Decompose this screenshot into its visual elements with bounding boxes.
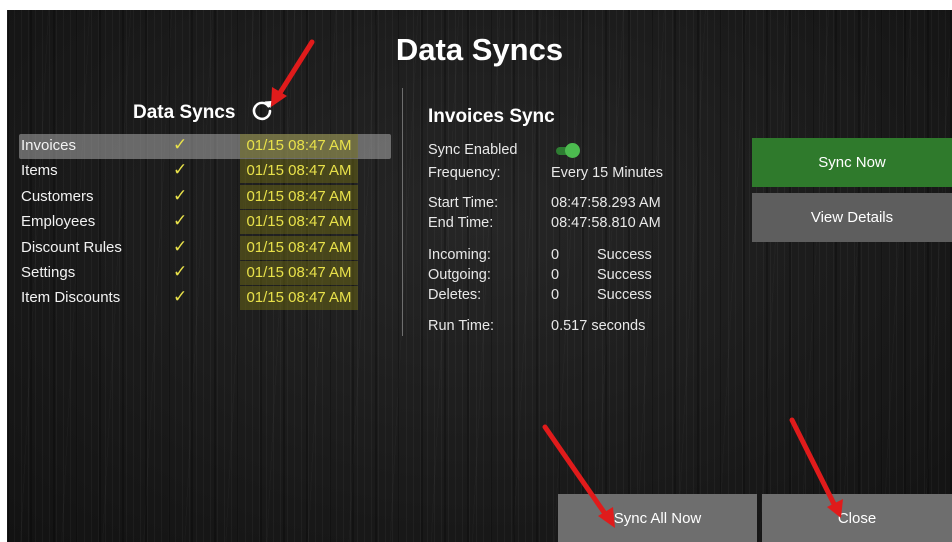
outgoing-label: Outgoing: — [428, 267, 491, 283]
run-time-value: 0.517 seconds — [551, 318, 646, 334]
sync-item-time: 01/15 08:47 AM — [240, 210, 358, 235]
deletes-count: 0 — [551, 287, 560, 303]
sync-enabled-toggle[interactable] — [554, 143, 580, 159]
check-icon: ✓ — [173, 185, 188, 205]
check-icon: ✓ — [173, 135, 188, 154]
end-time-label: End Time: — [428, 215, 494, 231]
end-time-value: 08:47:58.810 AM — [551, 215, 661, 231]
deletes-label: Deletes: — [428, 287, 482, 303]
sync-item-name: Customers — [21, 187, 94, 205]
sync-all-now-button[interactable]: Sync All Now — [558, 494, 757, 542]
sync-item-time: 01/15 08:47 AM — [240, 159, 358, 184]
sync-item-time: 01/15 08:47 AM — [240, 184, 358, 209]
check-icon: ✓ — [173, 287, 188, 307]
panel-divider — [402, 88, 403, 336]
sync-row-item-discounts[interactable]: Item Discounts ✓ 01/15 08:47 AM — [19, 286, 391, 311]
outgoing-count: 0 — [551, 267, 560, 283]
check-icon: ✓ — [173, 211, 188, 231]
start-time-label: Start Time: — [428, 195, 499, 211]
start-time-value: 08:47:58.293 AM — [551, 195, 661, 211]
incoming-label: Incoming: — [428, 247, 491, 263]
arrow-head-refresh — [271, 87, 287, 107]
toggle-knob — [565, 143, 580, 158]
sync-row-items[interactable]: Items ✓ 01/15 08:47 AM — [19, 159, 391, 184]
close-button[interactable]: Close — [762, 494, 952, 542]
frequency-label: Frequency: — [428, 165, 501, 181]
sync-item-name: Item Discounts — [21, 289, 121, 307]
sync-item-time: 01/15 08:47 AM — [240, 286, 358, 311]
frequency-value: Every 15 Minutes — [551, 165, 664, 181]
page-title: Data Syncs — [395, 32, 564, 67]
sync-item-name: Settings — [21, 263, 76, 281]
sync-row-invoices[interactable]: Invoices ✓ 01/15 08:47 AM — [19, 134, 391, 160]
sync-enabled-label: Sync Enabled — [428, 142, 518, 158]
sync-list-title: Data Syncs — [133, 102, 236, 123]
deletes-status: Success — [597, 287, 652, 303]
sync-item-name: Items — [21, 162, 58, 180]
view-details-button[interactable]: View Details — [752, 193, 952, 242]
check-icon: ✓ — [173, 236, 188, 256]
check-icon: ✓ — [173, 261, 188, 281]
check-icon: ✓ — [173, 160, 188, 180]
outgoing-status: Success — [597, 267, 652, 283]
incoming-status: Success — [597, 247, 652, 263]
sync-item-time: 01/15 08:47 AM — [240, 235, 358, 260]
run-time-label: Run Time: — [428, 318, 495, 334]
sync-item-time: 01/15 08:47 AM — [240, 134, 358, 158]
sync-row-settings[interactable]: Settings ✓ 01/15 08:47 AM — [19, 260, 391, 286]
detail-title: Invoices Sync — [428, 106, 555, 127]
sync-now-button[interactable]: Sync Now — [752, 138, 952, 187]
sync-row-discount-rules[interactable]: Discount Rules ✓ 01/15 08:47 AM — [19, 235, 391, 261]
sync-row-employees[interactable]: Employees ✓ 01/15 08:47 AM — [19, 210, 391, 235]
sync-list: Invoices ✓ 01/15 08:47 AM Items ✓ 01/15 … — [19, 134, 391, 312]
sync-item-name: Employees — [21, 213, 96, 231]
sync-item-name: Invoices — [21, 137, 77, 154]
sync-item-time: 01/15 08:47 AM — [240, 260, 358, 285]
refresh-icon[interactable] — [251, 99, 273, 121]
sync-row-customers[interactable]: Customers ✓ 01/15 08:47 AM — [19, 184, 391, 210]
incoming-count: 0 — [551, 247, 560, 263]
sync-item-name: Discount Rules — [21, 238, 122, 256]
data-syncs-screen: Data Syncs Data Syncs Invoices ✓ 01/15 0… — [7, 10, 952, 542]
